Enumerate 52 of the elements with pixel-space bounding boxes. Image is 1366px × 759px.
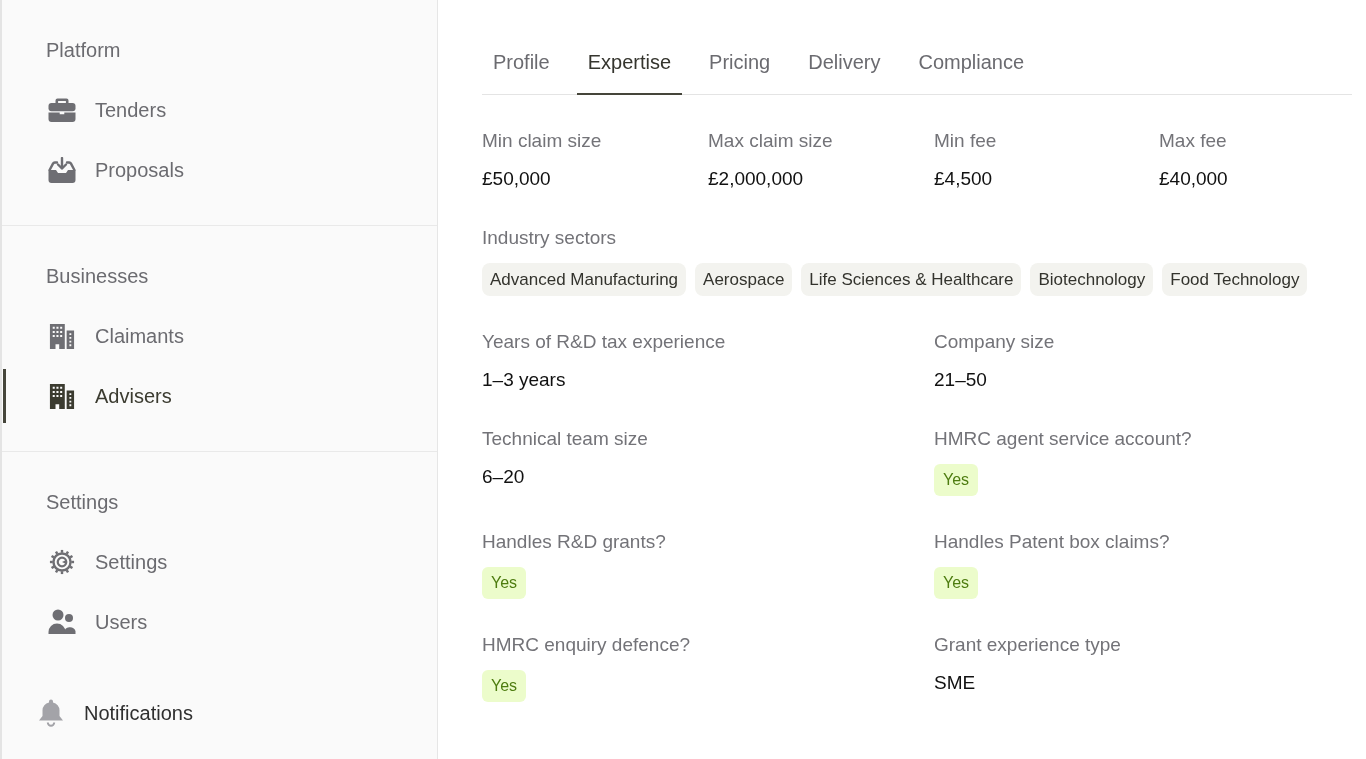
tab[interactable]: Delivery xyxy=(797,38,892,95)
field-value: £40,000 xyxy=(1159,167,1228,191)
field-label: Max claim size xyxy=(708,129,833,153)
field-label: Handles R&D grants? xyxy=(482,530,666,554)
sector-tag: Advanced Manufacturing xyxy=(482,263,687,296)
field-value: SME xyxy=(934,671,976,695)
sidebar-item[interactable]: Advisers xyxy=(3,369,437,423)
field-value: £50,000 xyxy=(482,167,551,191)
field-label: Technical team size xyxy=(482,427,648,451)
tab[interactable]: Compliance xyxy=(907,38,1036,95)
sector-tag: Aerospace xyxy=(695,263,793,296)
tab[interactable]: Expertise xyxy=(576,38,683,95)
field-label: Industry sectors xyxy=(482,226,617,250)
field-label: Max fee xyxy=(1159,129,1227,153)
sidebar-section-heading: Settings xyxy=(46,490,119,514)
sidebar-section-heading: Businesses xyxy=(46,264,149,288)
sidebar-item[interactable]: Claimants xyxy=(3,309,437,363)
tab[interactable]: Pricing xyxy=(698,38,782,95)
sector-tag: Food Technology xyxy=(1162,263,1308,296)
field-label: Company size xyxy=(934,330,1055,354)
status-badge: Yes xyxy=(934,567,979,599)
building-icon xyxy=(48,383,76,409)
sidebar-item[interactable]: Proposals xyxy=(3,143,437,197)
field-label: HMRC agent service account? xyxy=(934,427,1192,451)
field-label: HMRC enquiry defence? xyxy=(482,633,691,657)
sidebar-section-heading: Platform xyxy=(46,38,121,62)
sector-tag: Life Sciences & Healthcare xyxy=(801,263,1022,296)
building-icon xyxy=(48,323,76,349)
status-badge: Yes xyxy=(934,464,979,496)
sidebar-item[interactable]: Users xyxy=(3,595,437,649)
field-label: Min fee xyxy=(934,129,997,153)
field-value: 6–20 xyxy=(482,465,525,489)
field-value: 21–50 xyxy=(934,368,987,392)
sidebar-item[interactable]: Settings xyxy=(3,535,437,589)
field-label: Handles Patent box claims? xyxy=(934,530,1170,554)
briefcase-icon xyxy=(48,97,76,123)
field-label: Years of R&D tax experience xyxy=(482,330,726,354)
notifications-item[interactable]: Notifications xyxy=(38,699,193,727)
field-label: Grant experience type xyxy=(934,633,1121,657)
settings-icon xyxy=(48,549,76,575)
tab[interactable]: Profile xyxy=(482,38,561,95)
sector-tag: Biotechnology xyxy=(1030,263,1154,296)
field-value: 1–3 years xyxy=(482,368,566,392)
status-badge: Yes xyxy=(482,670,527,702)
field-label: Min claim size xyxy=(482,129,602,153)
inbox-tray-icon xyxy=(48,157,76,183)
field-value: £2,000,000 xyxy=(708,167,804,191)
status-badge: Yes xyxy=(482,567,527,599)
bell-icon xyxy=(38,699,64,727)
field-value: £4,500 xyxy=(934,167,993,191)
sidebar-item[interactable]: Tenders xyxy=(3,83,437,137)
users-icon xyxy=(48,609,76,635)
